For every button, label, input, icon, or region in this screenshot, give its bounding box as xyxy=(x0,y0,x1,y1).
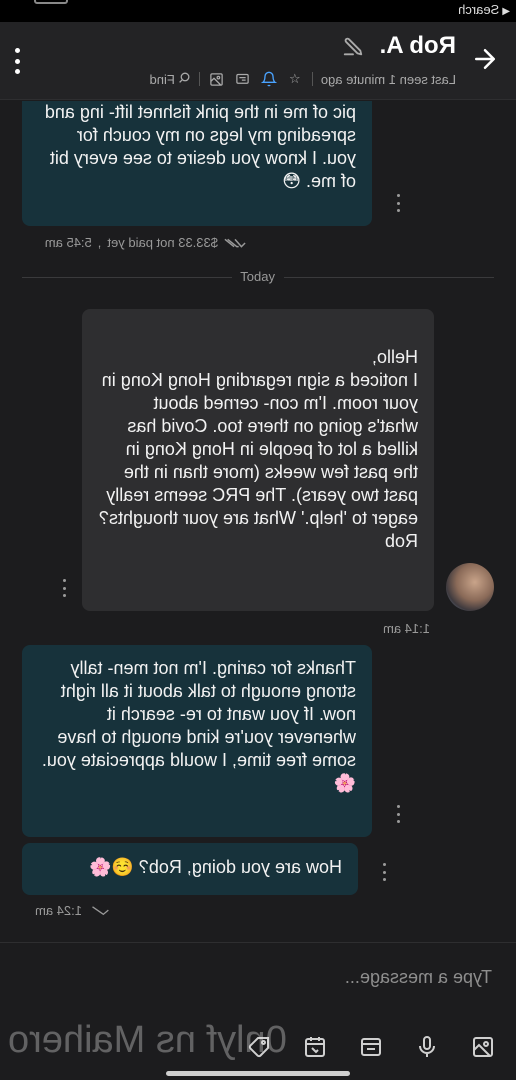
message-time: 1:24 am xyxy=(35,903,82,918)
meta-separator: , xyxy=(97,235,102,250)
search-icon xyxy=(178,71,191,87)
mirrored-screen: ◀Search Rob A. Last seen 1 minute ago ☆ xyxy=(0,0,516,1080)
emoji: 😳 xyxy=(282,171,301,191)
single-check-icon xyxy=(88,905,110,917)
home-indicator xyxy=(166,1071,350,1076)
separator xyxy=(311,72,313,86)
image-icon[interactable] xyxy=(208,70,226,88)
more-options-icon[interactable] xyxy=(14,48,22,74)
find-label: Find xyxy=(149,71,175,87)
message-options-icon[interactable] xyxy=(62,579,68,597)
message-time: 1:14 am xyxy=(383,621,430,636)
microphone-icon[interactable] xyxy=(414,1034,440,1060)
chat-header: Rob A. Last seen 1 minute ago ☆ Find xyxy=(0,22,516,100)
back-arrow-icon[interactable] xyxy=(470,44,500,74)
contact-name[interactable]: Rob A. xyxy=(380,32,456,60)
message-icon[interactable] xyxy=(234,70,252,88)
watermark-text: 0nlyf ns Maihero xyxy=(8,1019,287,1061)
message-meta: 1:24 am xyxy=(35,903,110,918)
message-meta: 1:14 am xyxy=(383,621,430,636)
vault-icon[interactable] xyxy=(358,1034,384,1060)
schedule-icon[interactable] xyxy=(302,1034,328,1060)
day-label-text: Today xyxy=(240,269,276,284)
status-pill-icon xyxy=(34,0,68,4)
message-text: pic of me in the pink fishnet lift- ing … xyxy=(44,102,356,191)
message-bubble-outgoing[interactable]: How are you doing, Rob? ☺️🌸 xyxy=(22,843,358,895)
message-options-icon[interactable] xyxy=(396,194,402,212)
back-to-search-link[interactable]: ◀Search xyxy=(458,2,510,17)
emoji: 🌸 xyxy=(333,773,356,793)
day-label: Today xyxy=(232,269,284,284)
message-options-icon[interactable] xyxy=(396,805,402,823)
pencil-icon[interactable] xyxy=(342,36,364,58)
message-input[interactable]: Type a message... xyxy=(22,959,492,995)
last-seen-text: Last seen 1 minute ago xyxy=(320,71,456,87)
message-list[interactable]: pic of me in the pink fishnet lift- ing … xyxy=(0,101,516,941)
message-text: Hello, I noticed a sign regarding Hong K… xyxy=(98,347,418,551)
header-subrow: Last seen 1 minute ago ☆ Find xyxy=(150,70,456,88)
message-bubble-outgoing[interactable]: Thanks for caring. I'm not men- tally st… xyxy=(22,645,372,837)
status-bar: ◀Search xyxy=(0,0,516,22)
message-text: Thanks for caring. I'm not men- tally st… xyxy=(41,658,356,770)
bell-icon[interactable] xyxy=(260,70,278,88)
separator xyxy=(198,72,200,86)
avatar[interactable] xyxy=(446,563,494,611)
double-check-icon xyxy=(224,237,246,249)
message-meta: $33.33 not paid yet, 5:45 am xyxy=(45,235,246,250)
message-bubble-incoming[interactable]: Hello, I noticed a sign regarding Hong K… xyxy=(82,309,434,611)
back-to-search-label: Search xyxy=(458,2,500,17)
back-triangle-icon: ◀ xyxy=(502,6,510,17)
message-options-icon[interactable] xyxy=(382,863,388,881)
price-status: $33.33 not paid yet xyxy=(107,235,218,250)
message-bubble-outgoing[interactable]: pic of me in the pink fishnet lift- ing … xyxy=(22,101,372,226)
star-icon[interactable]: ☆ xyxy=(286,70,304,88)
watermark: 0nlyf ns Maihero xyxy=(8,1019,287,1062)
message-text: How are you doing, Rob? xyxy=(138,857,342,877)
emoji: ☺️🌸 xyxy=(89,857,134,877)
message-time: 5:45 am xyxy=(44,235,92,250)
composer: Type a message... 0nlyf ns Maihero xyxy=(0,942,516,1080)
find-button[interactable]: Find xyxy=(150,71,191,87)
image-upload-icon[interactable] xyxy=(470,1034,496,1060)
